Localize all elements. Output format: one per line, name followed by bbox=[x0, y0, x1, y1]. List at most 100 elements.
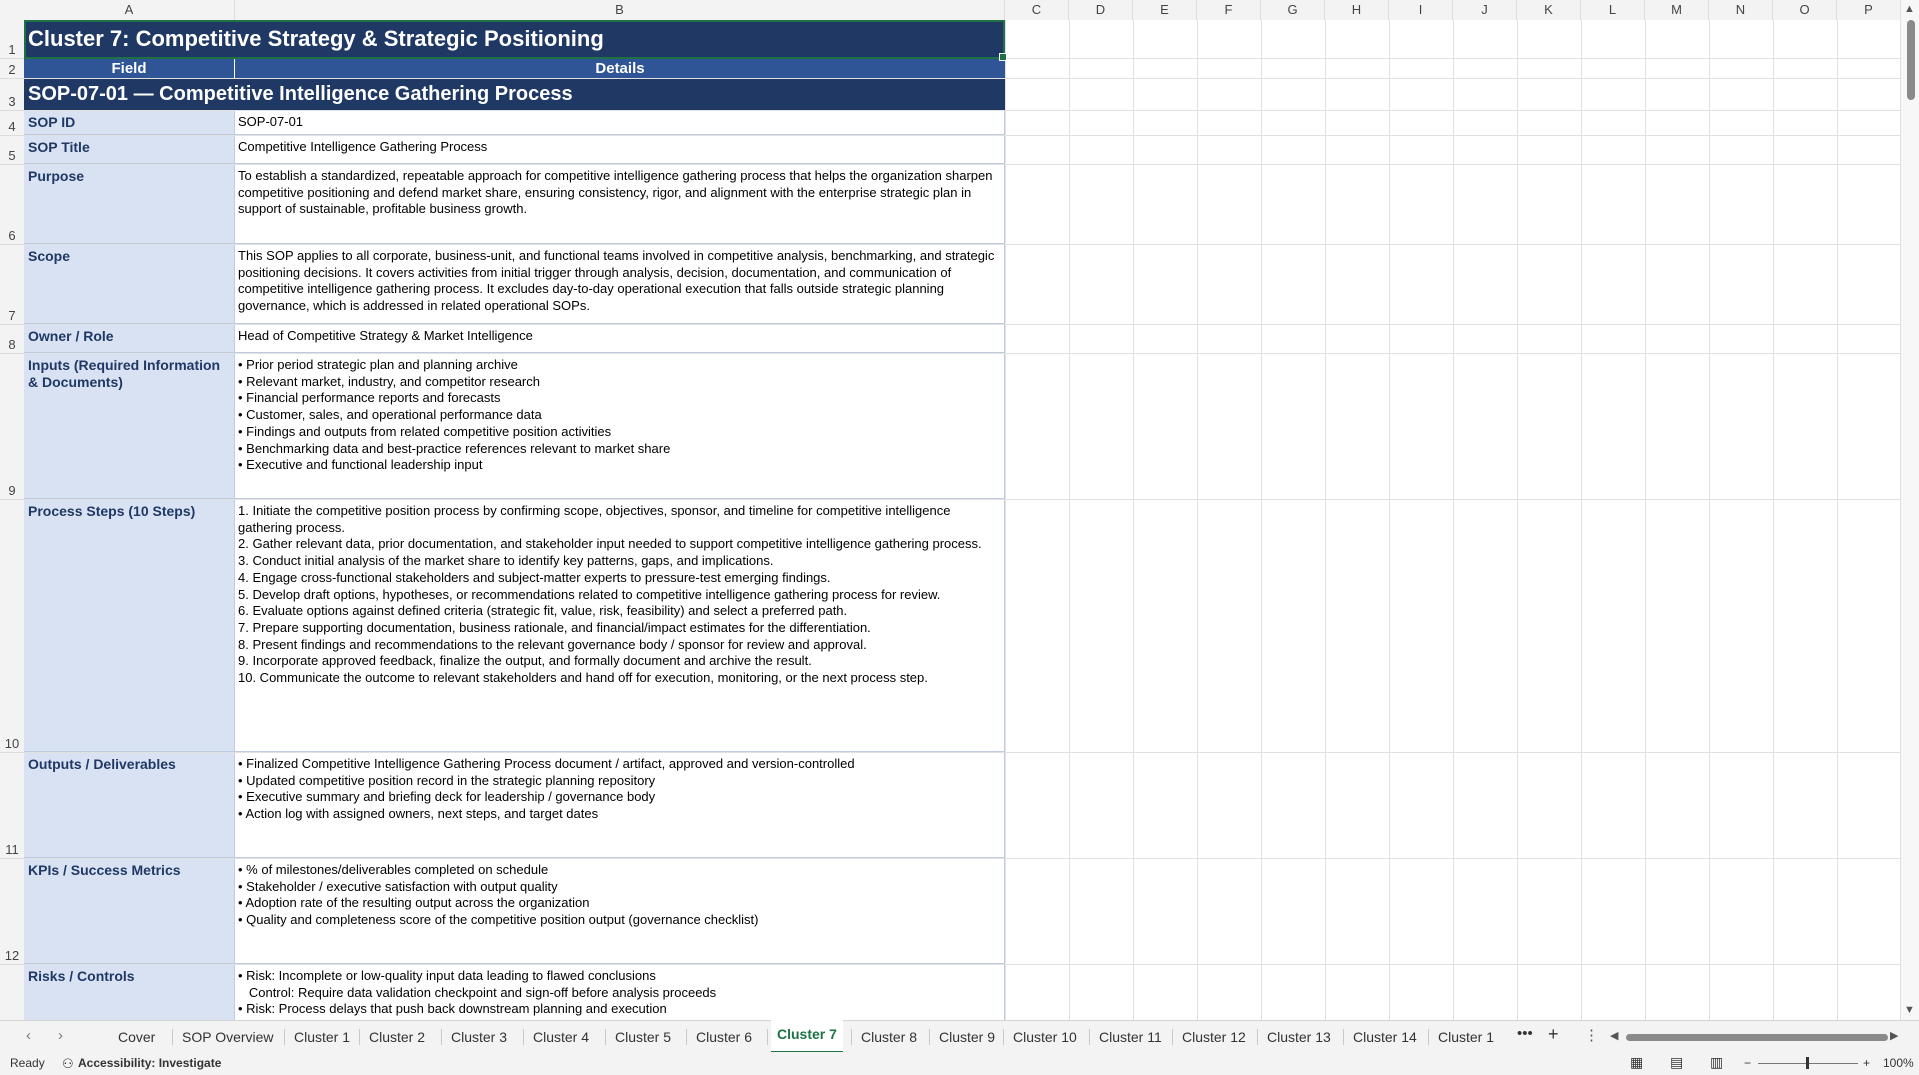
page-break-preview-icon[interactable]: ▥ bbox=[1710, 1054, 1723, 1071]
sheet-tab-cluster-4[interactable]: Cluster 4 bbox=[527, 1021, 595, 1053]
column-header-G[interactable]: G bbox=[1261, 0, 1325, 20]
column-header-I[interactable]: I bbox=[1389, 0, 1453, 20]
sop-field-row[interactable]: SOP Title Competitive Intelligence Gather… bbox=[24, 136, 1900, 165]
field-label-cell[interactable]: Purpose bbox=[24, 165, 235, 244]
empty-cells[interactable] bbox=[1005, 965, 1900, 1020]
horizontal-scrollbar[interactable]: ◀ ▶ bbox=[1610, 1030, 1898, 1043]
empty-cells[interactable] bbox=[1005, 20, 1900, 58]
empty-cells[interactable] bbox=[1005, 245, 1900, 324]
column-header-P[interactable]: P bbox=[1837, 0, 1901, 20]
empty-cells[interactable] bbox=[1005, 79, 1900, 110]
sop-field-row[interactable]: Scope This SOP applies to all corporate, … bbox=[24, 245, 1900, 325]
row-header-6[interactable]: 6 bbox=[0, 165, 24, 245]
sheet-tab-cluster-14[interactable]: Cluster 14 bbox=[1347, 1021, 1423, 1053]
scroll-down-icon[interactable]: ▼ bbox=[1904, 1004, 1915, 1016]
tab-options-icon[interactable]: ⋮ bbox=[1584, 1026, 1599, 1044]
sheet-tab-cluster-8[interactable]: Cluster 8 bbox=[855, 1021, 923, 1053]
accessibility-status[interactable]: Accessibility: Investigate bbox=[78, 1056, 221, 1070]
normal-view-icon[interactable]: ▦ bbox=[1630, 1054, 1643, 1071]
sheet-tab-cluster-5[interactable]: Cluster 5 bbox=[609, 1021, 677, 1053]
column-header-H[interactable]: H bbox=[1325, 0, 1389, 20]
field-value-cell[interactable]: 1. Initiate the competitive position pro… bbox=[235, 500, 1005, 752]
field-value-cell[interactable]: Competitive Intelligence Gathering Proce… bbox=[235, 136, 1005, 164]
field-label-cell[interactable]: Owner / Role bbox=[24, 325, 235, 353]
field-label-cell[interactable]: Inputs (Required Information & Documents… bbox=[24, 354, 235, 499]
field-label-cell[interactable]: Process Steps (10 Steps) bbox=[24, 500, 235, 752]
sheet-tab-cluster-3[interactable]: Cluster 3 bbox=[445, 1021, 513, 1053]
column-header-J[interactable]: J bbox=[1453, 0, 1517, 20]
sheet-tab-cluster-7[interactable]: Cluster 7 bbox=[771, 1020, 843, 1054]
header-row[interactable]: Field Details bbox=[24, 59, 1900, 79]
more-sheets-icon[interactable]: ••• bbox=[1517, 1025, 1533, 1042]
zoom-slider-thumb[interactable] bbox=[1806, 1057, 1809, 1069]
row-header-4[interactable]: 4 bbox=[0, 111, 24, 136]
empty-cells[interactable] bbox=[1005, 136, 1900, 164]
empty-cells[interactable] bbox=[1005, 859, 1900, 964]
column-header-C[interactable]: C bbox=[1005, 0, 1069, 20]
sop-heading-row[interactable]: SOP-07-01 — Competitive Intelligence Gat… bbox=[24, 79, 1900, 111]
zoom-slider[interactable] bbox=[1758, 1057, 1858, 1069]
column-header-M[interactable]: M bbox=[1645, 0, 1709, 20]
next-sheet-icon[interactable]: › bbox=[58, 1027, 63, 1044]
field-value-cell[interactable]: • % of milestones/deliverables completed… bbox=[235, 859, 1005, 964]
column-header-F[interactable]: F bbox=[1197, 0, 1261, 20]
sop-field-row[interactable]: Owner / Role Head of Competitive Strategy… bbox=[24, 325, 1900, 354]
field-label-cell[interactable]: Risks / Controls bbox=[24, 965, 235, 1020]
column-header-A[interactable]: A bbox=[24, 0, 235, 20]
add-sheet-icon[interactable]: + bbox=[1548, 1024, 1559, 1045]
zoom-in-icon[interactable]: + bbox=[1863, 1056, 1870, 1070]
column-header-L[interactable]: L bbox=[1581, 0, 1645, 20]
field-label-cell[interactable]: Scope bbox=[24, 245, 235, 324]
empty-cells[interactable] bbox=[1005, 111, 1900, 135]
field-label-cell[interactable]: SOP Title bbox=[24, 136, 235, 164]
empty-cells[interactable] bbox=[1005, 59, 1900, 78]
zoom-out-icon[interactable]: − bbox=[1744, 1056, 1751, 1070]
sop-field-row[interactable]: Outputs / Deliverables • Finalized Compet… bbox=[24, 753, 1900, 859]
empty-cells[interactable] bbox=[1005, 325, 1900, 353]
sheet-tab-cluster-11[interactable]: Cluster 11 bbox=[1093, 1021, 1168, 1053]
scroll-right-icon[interactable]: ▶ bbox=[1890, 1029, 1898, 1042]
row-header-3[interactable]: 3 bbox=[0, 79, 24, 111]
column-header-B[interactable]: B bbox=[235, 0, 1005, 20]
sheet-tab-cluster-12[interactable]: Cluster 12 bbox=[1176, 1021, 1252, 1053]
row-header-5[interactable]: 5 bbox=[0, 136, 24, 165]
sheet-tab-cluster-9[interactable]: Cluster 9 bbox=[933, 1021, 1001, 1053]
zoom-level[interactable]: 100% bbox=[1883, 1056, 1914, 1070]
sop-field-row[interactable]: SOP ID SOP-07-01 bbox=[24, 111, 1900, 136]
row-header-10[interactable]: 10 bbox=[0, 500, 24, 753]
sheet-tab-cluster-1[interactable]: Cluster 1 bbox=[288, 1021, 356, 1053]
empty-cells[interactable] bbox=[1005, 753, 1900, 858]
column-header-E[interactable]: E bbox=[1133, 0, 1197, 20]
sop-field-row[interactable]: Risks / Controls • Risk: Incomplete or lo… bbox=[24, 965, 1900, 1020]
empty-cells[interactable] bbox=[1005, 165, 1900, 244]
column-header-K[interactable]: K bbox=[1517, 0, 1581, 20]
field-value-cell[interactable]: • Finalized Competitive Intelligence Gat… bbox=[235, 753, 1005, 858]
sop-field-row[interactable]: Purpose To establish a standardized, repe… bbox=[24, 165, 1900, 245]
field-value-cell[interactable]: SOP-07-01 bbox=[235, 111, 1005, 135]
accessibility-icon[interactable]: ⚇ bbox=[62, 1056, 74, 1072]
sop-field-row[interactable]: Inputs (Required Information & Documents… bbox=[24, 354, 1900, 500]
page-layout-icon[interactable]: ▤ bbox=[1670, 1054, 1683, 1071]
field-value-cell[interactable]: Head of Competitive Strategy & Market In… bbox=[235, 325, 1005, 353]
prev-sheet-icon[interactable]: ‹ bbox=[26, 1027, 31, 1044]
row-header-11[interactable]: 11 bbox=[0, 753, 24, 859]
row-header-12[interactable]: 12 bbox=[0, 859, 24, 965]
sheet-tab-cluster-6[interactable]: Cluster 6 bbox=[690, 1021, 758, 1053]
field-label-cell[interactable]: SOP ID bbox=[24, 111, 235, 135]
scroll-up-icon[interactable]: ▲ bbox=[1904, 3, 1915, 15]
vertical-scrollbar[interactable]: ▲ ▼ bbox=[1900, 0, 1919, 1020]
sop-field-row[interactable]: Process Steps (10 Steps) 1. Initiate the … bbox=[24, 500, 1900, 753]
field-label-cell[interactable]: KPIs / Success Metrics bbox=[24, 859, 235, 964]
row-header-7[interactable]: 7 bbox=[0, 245, 24, 325]
horizontal-scroll-thumb[interactable] bbox=[1626, 1034, 1888, 1041]
column-header-D[interactable]: D bbox=[1069, 0, 1133, 20]
cluster-title-row[interactable]: Cluster 7: Competitive Strategy & Strate… bbox=[24, 20, 1900, 59]
sheet-tab-cluster-10[interactable]: Cluster 10 bbox=[1007, 1021, 1083, 1053]
field-label-cell[interactable]: Outputs / Deliverables bbox=[24, 753, 235, 858]
vertical-scroll-thumb[interactable] bbox=[1907, 20, 1915, 100]
sop-field-row[interactable]: KPIs / Success Metrics • % of milestones/… bbox=[24, 859, 1900, 965]
sheet-tab-sop-overview[interactable]: SOP Overview bbox=[176, 1021, 280, 1053]
field-value-cell[interactable]: This SOP applies to all corporate, busin… bbox=[235, 245, 1005, 324]
sheet-tab-cluster-13[interactable]: Cluster 13 bbox=[1261, 1021, 1337, 1053]
field-value-cell[interactable]: • Prior period strategic plan and planni… bbox=[235, 354, 1005, 499]
